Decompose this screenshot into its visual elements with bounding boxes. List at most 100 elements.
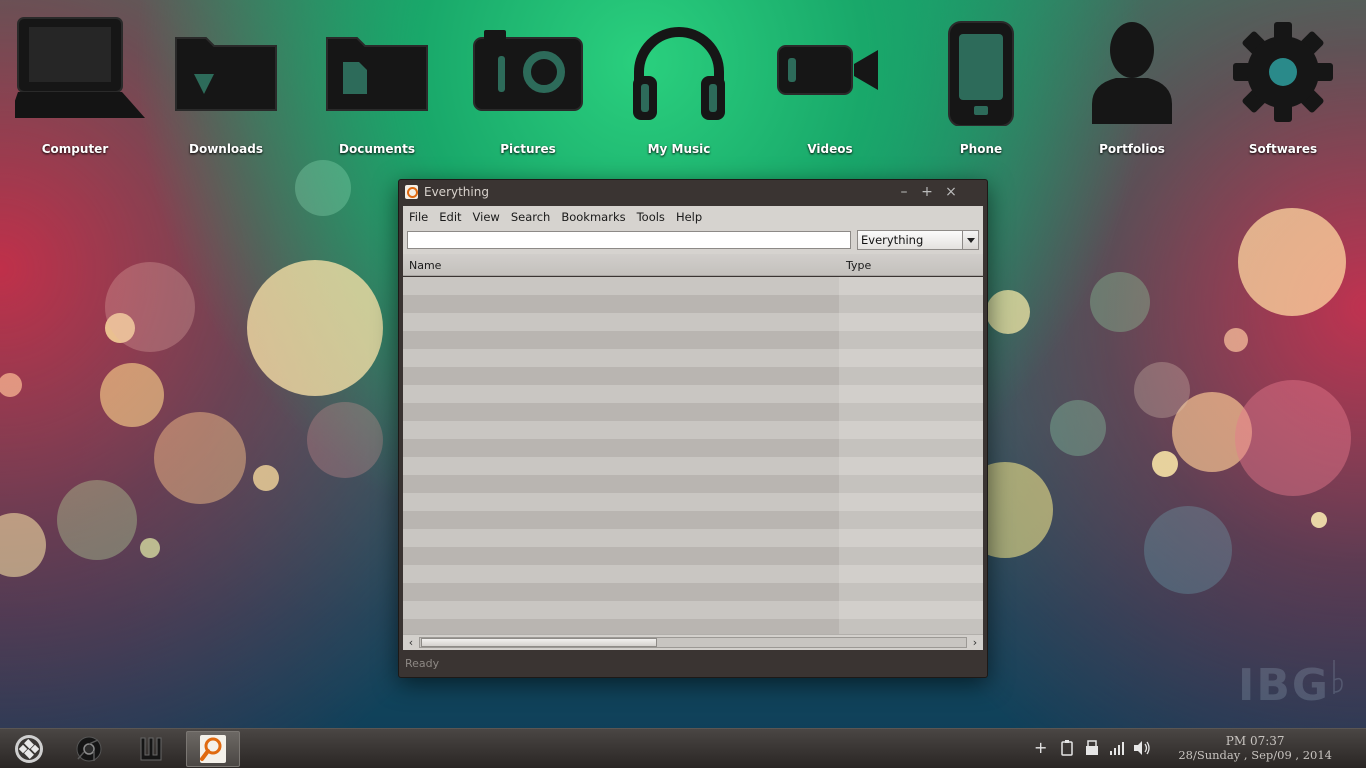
column-header-name[interactable]: Name	[409, 259, 441, 272]
bokeh-circle	[1152, 451, 1178, 477]
list-row-type-cell	[839, 349, 983, 367]
desktop-icon-documents[interactable]: Documents	[317, 14, 437, 164]
tray-clipboard-icon[interactable]	[1061, 740, 1073, 756]
window-titlebar[interactable]: Everything – + ×	[399, 180, 987, 206]
filter-dropdown[interactable]: Everything	[857, 230, 979, 250]
menu-bookmarks[interactable]: Bookmarks	[555, 207, 630, 224]
everything-window: Everything – + × FileEditViewSearchBookm…	[398, 179, 988, 678]
bokeh-circle	[1235, 380, 1351, 496]
list-row[interactable]	[403, 349, 983, 367]
tray-signal-icon[interactable]	[1109, 740, 1125, 756]
clock-date: 28/Sunday , Sep/09 , 2014	[1178, 748, 1332, 762]
desktop-icon-phone[interactable]: Phone	[921, 14, 1041, 164]
video-camera-icon	[770, 14, 890, 126]
column-header-type[interactable]: Type	[846, 259, 871, 272]
desktop-icon-downloads[interactable]: Downloads	[166, 14, 286, 164]
menu-tools[interactable]: Tools	[631, 207, 670, 224]
document-folder-icon	[317, 14, 437, 126]
list-row[interactable]	[403, 403, 983, 421]
list-row-type-cell	[839, 601, 983, 619]
list-row[interactable]	[403, 457, 983, 475]
bokeh-circle	[1050, 400, 1106, 456]
menu-help[interactable]: Help	[670, 207, 707, 224]
desktop-icon-my-music[interactable]: My Music	[619, 14, 739, 164]
close-button[interactable]: ×	[943, 184, 959, 200]
download-folder-icon	[166, 14, 286, 126]
desktop-icon-portfolios[interactable]: Portfolios	[1072, 14, 1192, 164]
laptop-icon	[15, 14, 151, 126]
list-row-type-cell	[839, 295, 983, 313]
list-row[interactable]	[403, 547, 983, 565]
taskbar-everything[interactable]	[186, 731, 240, 767]
list-row-type-cell	[839, 385, 983, 403]
bokeh-circle	[1144, 506, 1232, 594]
menu-view[interactable]: View	[467, 207, 505, 224]
list-row[interactable]	[403, 529, 983, 547]
list-row-type-cell	[839, 511, 983, 529]
list-row-type-cell	[839, 331, 983, 349]
list-row[interactable]	[403, 439, 983, 457]
list-row[interactable]	[403, 385, 983, 403]
list-row-type-cell	[839, 439, 983, 457]
bokeh-circle	[0, 513, 46, 577]
status-text: Ready	[405, 657, 439, 670]
desktop-icon-label: Softwares	[1223, 142, 1343, 156]
list-row-type-cell	[839, 403, 983, 421]
taskbar-chrome[interactable]	[62, 731, 116, 767]
list-row[interactable]	[403, 565, 983, 583]
list-row[interactable]	[403, 295, 983, 313]
taskbar-clock[interactable]: PM 07:37 28/Sunday , Sep/09 , 2014	[1178, 734, 1332, 762]
window-title: Everything	[424, 185, 489, 199]
taskbar-utorrent[interactable]	[124, 731, 178, 767]
list-row[interactable]	[403, 619, 983, 634]
bokeh-circle	[253, 465, 279, 491]
minimize-button[interactable]: –	[896, 184, 912, 200]
bokeh-circle	[140, 538, 160, 558]
results-header: Name Type	[403, 254, 983, 276]
gear-icon	[1223, 14, 1343, 126]
desktop-icon-label: Portfolios	[1072, 142, 1192, 156]
tray-add-button[interactable]: +	[1034, 740, 1047, 756]
tray-usb-icon[interactable]	[1085, 740, 1099, 756]
bokeh-circle	[154, 412, 246, 504]
search-input[interactable]	[407, 231, 851, 249]
scroll-left-arrow-icon[interactable]: ‹	[404, 636, 418, 649]
bokeh-circle	[105, 313, 135, 343]
list-row[interactable]	[403, 367, 983, 385]
list-row[interactable]	[403, 511, 983, 529]
desktop-icon-videos[interactable]: Videos	[770, 14, 890, 164]
start-menu-icon	[2, 731, 56, 767]
list-row[interactable]	[403, 331, 983, 349]
list-row[interactable]	[403, 313, 983, 331]
list-row-type-cell	[839, 547, 983, 565]
bokeh-circle	[1311, 512, 1327, 528]
menu-search[interactable]: Search	[505, 207, 556, 224]
list-row[interactable]	[403, 421, 983, 439]
menu-edit[interactable]: Edit	[433, 207, 466, 224]
desktop-icon-pictures[interactable]: Pictures	[468, 14, 588, 164]
desktop-icon-softwares[interactable]: Softwares	[1223, 14, 1343, 164]
list-row[interactable]	[403, 601, 983, 619]
list-row[interactable]	[403, 277, 983, 295]
results-list[interactable]	[403, 277, 983, 634]
list-row[interactable]	[403, 583, 983, 601]
desktop-icon-label: Pictures	[468, 142, 588, 156]
scroll-right-arrow-icon[interactable]: ›	[968, 636, 982, 649]
bokeh-circle	[1090, 272, 1150, 332]
tray-volume-icon[interactable]	[1133, 740, 1151, 756]
maximize-button[interactable]: +	[919, 184, 935, 200]
start-button[interactable]	[2, 731, 56, 767]
desktop-icon-computer[interactable]: Computer	[15, 14, 135, 164]
everything-app-icon	[405, 185, 418, 199]
menu-file[interactable]: File	[403, 207, 433, 224]
scroll-thumb[interactable]	[421, 638, 657, 647]
list-row-type-cell	[839, 421, 983, 439]
scroll-track[interactable]	[419, 637, 967, 648]
chevron-down-icon[interactable]	[962, 231, 978, 249]
bokeh-circle	[0, 373, 22, 397]
list-row[interactable]	[403, 493, 983, 511]
bokeh-circle	[307, 402, 383, 478]
horizontal-scrollbar[interactable]: ‹ ›	[403, 634, 983, 650]
list-row-type-cell	[839, 457, 983, 475]
list-row[interactable]	[403, 475, 983, 493]
